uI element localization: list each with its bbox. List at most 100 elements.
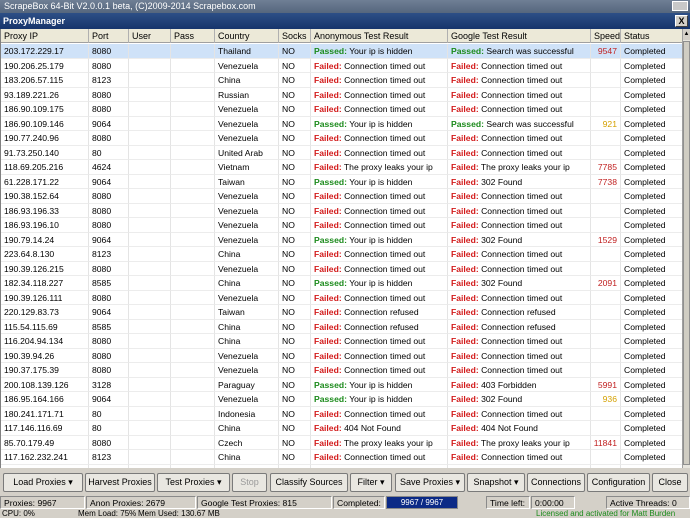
country-cell: Russian	[215, 87, 279, 102]
close-icon[interactable]: X	[675, 15, 688, 27]
table-row[interactable]: 186.95.164.166 9064 Venezuela NO Passed: You…	[1, 392, 682, 407]
table-row[interactable]: 118.69.205.216 4624 Vietnam NO Failed: The p…	[1, 160, 682, 175]
table-row[interactable]: 186.93.196.10 8080 Venezuela NO Failed: Conn…	[1, 218, 682, 233]
table-row[interactable]: 117.146.116.69 80 China NO Failed: 404 Not F…	[1, 421, 682, 436]
harvest-proxies-button[interactable]: Harvest Proxies	[85, 473, 155, 492]
proxy-ip-cell: 190.39.126.215	[1, 261, 89, 276]
table-row[interactable]: 190.38.152.64 8080 Venezuela NO Failed: Conn…	[1, 189, 682, 204]
column-header[interactable]: Speed	[591, 29, 621, 43]
table-row[interactable]: 93.189.221.26 8080 Russian NO Failed: Connec…	[1, 87, 682, 102]
socks-cell: NO	[279, 160, 311, 175]
table-row[interactable]: 180.241.171.71 80 Indonesia NO Failed: Conne…	[1, 406, 682, 421]
column-header[interactable]: Pass	[171, 29, 215, 43]
proxy-ip-cell: 116.204.94.134	[1, 334, 89, 349]
anonymous-test-cell: Failed: Connection timed out	[311, 102, 448, 117]
speed-cell	[591, 421, 621, 436]
proxy-ip-cell: 190.79.14.24	[1, 232, 89, 247]
table-row[interactable]: 61.228.171.22 9064 Taiwan NO Passed: Your ip…	[1, 174, 682, 189]
status-cell: Completed	[621, 189, 682, 204]
user-cell	[129, 464, 171, 468]
test-message: Connection timed out	[342, 467, 425, 469]
table-row[interactable]: 91.73.250.140 80 United Arab NO Failed: Conn…	[1, 145, 682, 160]
column-header[interactable]: Port	[89, 29, 129, 43]
configuration-button[interactable]: Configuration	[587, 473, 650, 492]
table-row[interactable]: 115.54.115.69 8585 China NO Failed: Connecti…	[1, 319, 682, 334]
snapshot-button[interactable]: Snapshot ▾	[467, 473, 525, 492]
table-row[interactable]: 182.34.118.227 8585 China NO Passed: Your ip…	[1, 276, 682, 291]
test-message: 403 Forbidden	[478, 379, 537, 390]
save-proxies-button[interactable]: Save Proxies ▾	[395, 473, 465, 492]
table-row[interactable]: 200.108.139.126 3128 Paraguay NO Passed: You…	[1, 377, 682, 392]
table-row[interactable]: 183.206.57.115 8123 China NO Failed: Connect…	[1, 73, 682, 88]
vertical-scrollbar[interactable]: ▲	[682, 29, 690, 468]
scroll-up-icon[interactable]: ▲	[683, 29, 690, 40]
speed-cell	[591, 87, 621, 102]
google-test-cell: Failed: Connection timed out	[448, 363, 591, 378]
window-control-icon[interactable]	[672, 1, 688, 11]
filter-button[interactable]: Filter ▾	[350, 473, 392, 492]
table-row[interactable]: 203.172.229.17 8080 Thailand NO Passed: Your…	[1, 44, 682, 59]
column-header[interactable]: Google Test Result	[448, 29, 591, 43]
port-cell: 8080	[89, 348, 129, 363]
table-row[interactable]: 223.64.8.130 8123 China NO Failed: Connectio…	[1, 247, 682, 262]
status-cell: Completed	[621, 407, 682, 421]
table-row[interactable]: 190.37.175.39 8080 Venezuela NO Failed: Conn…	[1, 363, 682, 378]
table-row[interactable]: 190.39.126.111 8080 Venezuela NO Failed: Con…	[1, 290, 682, 305]
classify-sources-button[interactable]: Classify Sources	[270, 473, 348, 492]
test-proxies-button[interactable]: Test Proxies ▾	[157, 473, 230, 492]
proxy-manager-title-bar[interactable]: ProxyManager X	[0, 13, 690, 29]
proxy-grid[interactable]: Proxy IP Port User Pass Country Socks Anonymou…	[0, 29, 682, 468]
test-status-label: Passed:	[314, 176, 347, 187]
table-row[interactable]: 190.39.94.26 8080 Venezuela NO Failed: Conne…	[1, 348, 682, 363]
column-header[interactable]: Proxy IP	[1, 29, 89, 43]
connections-button[interactable]: Connections	[527, 473, 585, 492]
country-cell: China	[215, 319, 279, 334]
proxy-ip-cell: 186.90.109.175	[1, 102, 89, 117]
table-row[interactable]: 117.162.232.241 8123 China NO Failed: Connec…	[1, 450, 682, 465]
pass-cell	[171, 160, 215, 175]
table-row[interactable]: 220.129.83.73 9064 Taiwan NO Failed: Connect…	[1, 305, 682, 320]
column-header[interactable]: Anonymous Test Result	[311, 29, 448, 43]
country-cell: China	[215, 334, 279, 349]
google-test-cell: Failed: Connection timed out	[448, 218, 591, 233]
user-cell	[129, 421, 171, 436]
table-row[interactable]: 190.39.126.215 8080 Venezuela NO Failed: Con…	[1, 261, 682, 276]
table-row[interactable]: 186.90.109.146 9064 Venezuela NO Passed: You…	[1, 116, 682, 131]
pass-cell	[171, 435, 215, 450]
table-row[interactable]: 186.93.196.33 8080 Venezuela NO Failed: Conn…	[1, 203, 682, 218]
load-proxies-button[interactable]: Load Proxies ▾	[3, 473, 83, 492]
table-row[interactable]: 221.178.23.2128123ChinaNOFailed: Connect…	[1, 464, 682, 469]
table-row[interactable]: 116.204.94.134 8080 China NO Failed: Connect…	[1, 334, 682, 349]
test-status-label: Failed:	[314, 452, 342, 462]
table-row[interactable]: 85.70.179.49 8080 Czech NO Failed: The proxy…	[1, 435, 682, 450]
google-test-cell: Failed: The proxy leaks your ip	[448, 160, 591, 175]
table-row[interactable]: 186.90.109.175 8080 Venezuela NO Failed: Con…	[1, 102, 682, 117]
anonymous-test-cell: Failed: Connection timed out	[311, 247, 448, 262]
column-header[interactable]: Socks	[279, 29, 311, 43]
google-test-cell: Failed: Connection timed out	[448, 87, 591, 102]
table-row[interactable]: 190.206.25.179 8080 Venezuela NO Failed: Con…	[1, 58, 682, 73]
close-button[interactable]: Close	[652, 473, 688, 492]
socks-cell: NO	[279, 392, 311, 407]
pass-cell	[171, 58, 215, 73]
status-cell: Completed	[621, 378, 682, 392]
column-header[interactable]: Country	[215, 29, 279, 43]
socks-cell: NO	[279, 290, 311, 305]
proxy-ip-cell: 61.228.171.22	[1, 174, 89, 189]
pass-cell	[171, 116, 215, 131]
google-test-cell: Failed: Connection timed out	[448, 464, 591, 468]
scrollbar-thumb[interactable]	[683, 41, 690, 465]
speed-cell	[591, 218, 621, 233]
test-message: The proxy leaks your ip	[341, 162, 433, 172]
test-status-label: Failed:	[451, 350, 479, 361]
column-header[interactable]: User	[129, 29, 171, 43]
table-row[interactable]: 190.79.14.24 9064 Venezuela NO Passed: Your …	[1, 232, 682, 247]
socks-cell: NO	[279, 145, 311, 160]
user-cell	[129, 392, 171, 407]
test-message: Connection timed out	[478, 350, 563, 361]
table-row[interactable]: 190.77.240.96 8080 Venezuela NO Failed: Conn…	[1, 131, 682, 146]
anonymous-test-cell: Failed: The proxy leaks your ip	[311, 160, 448, 175]
column-header[interactable]: Status	[621, 29, 682, 43]
user-cell	[129, 435, 171, 450]
port-cell: 8080	[89, 131, 129, 146]
